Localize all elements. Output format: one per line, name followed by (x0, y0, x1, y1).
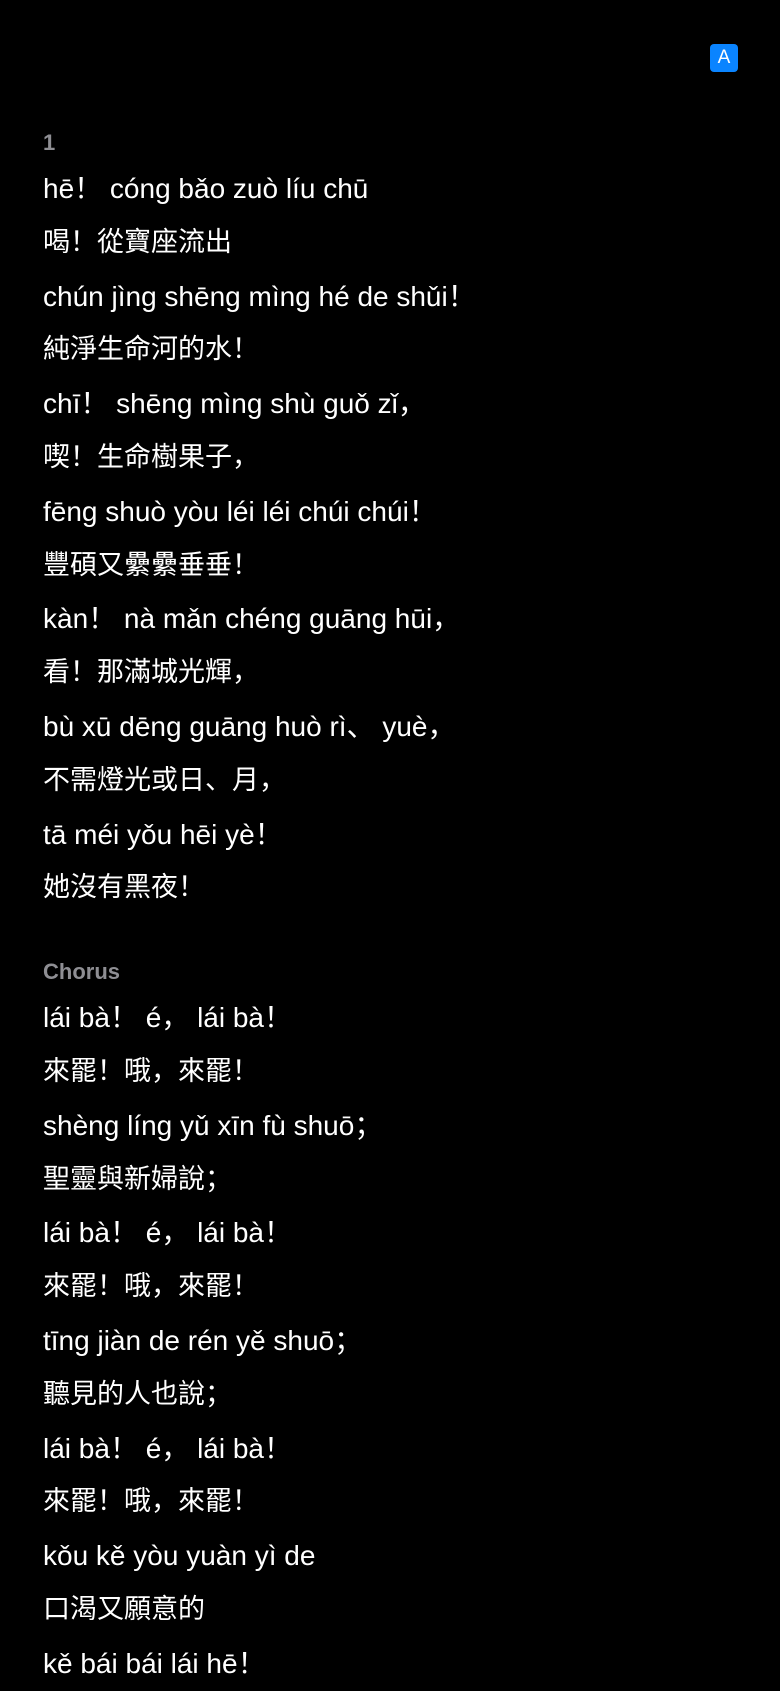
section-label: Chorus (43, 959, 120, 985)
section-verse-1: 1 hē！ cóng bǎo zuò líu chū 喝！從寶座流出 chún … (43, 124, 740, 915)
lyric-line-pinyin: chī！ shēng mìng shù guǒ zǐ， (43, 388, 426, 420)
lyric-line-pinyin: hē！ cóng bǎo zuò líu chū (43, 173, 369, 204)
lyric-line-pinyin: tīng jiàn de rén yě shuō； (43, 1324, 363, 1356)
lyric-line-chinese: 純淨生命河的水！ (43, 334, 259, 366)
lyric-line-pinyin: tā méi yǒu hēi yè！ (43, 818, 283, 850)
lyric-line-pinyin: kǒu kě yòu yuàn yì de (43, 1540, 316, 1572)
lyric-line-pinyin: kě bái bái lái hē！ (43, 1647, 266, 1679)
lyric-line-pinyin: lái bà！ é， lái bà！ (43, 1432, 293, 1464)
lyric-line-pinyin: kàn！ nà mǎn chéng guāng hūi， (43, 603, 461, 635)
lyric-line-chinese: 看！那滿城光輝， (43, 657, 259, 689)
lyric-line-pinyin: shèng líng yǔ xīn fù shuō； (43, 1109, 383, 1141)
lyric-line-chinese: 喝！從寶座流出 (43, 226, 232, 258)
lyric-line-chinese: 豐碩又纍纍垂垂！ (43, 549, 259, 581)
lyric-line-pinyin: lái bà！ é， lái bà！ (43, 1002, 293, 1034)
top-bar: A (0, 0, 780, 110)
lyric-line-chinese: 來罷！哦，來罷！ (43, 1271, 259, 1303)
lyrics-content: 1 hē！ cóng bǎo zuò líu chū 喝！從寶座流出 chún … (43, 124, 740, 1691)
lyric-line-chinese: 來罷！哦，來罷！ (43, 1486, 259, 1518)
font-toggle-button[interactable]: A (710, 44, 738, 72)
lyric-line-chinese: 聖靈與新婦說； (43, 1163, 232, 1195)
lyric-line-chinese: 聽見的人也說； (43, 1378, 232, 1410)
lyric-line-chinese: 口渴又願意的 (43, 1593, 205, 1625)
lyric-line-chinese: 喫！生命樹果子， (43, 441, 259, 473)
lyric-line-chinese: 來罷！哦，來罷！ (43, 1055, 259, 1087)
lyric-line-pinyin: bù xū dēng guāng huò rì、 yuè， (43, 710, 456, 742)
section-label: 1 (43, 130, 56, 155)
lyric-line-pinyin: chún jìng shēng mìng hé de shǔi！ (43, 280, 476, 312)
lyric-line-chinese: 不需燈光或日、月， (43, 764, 286, 796)
lyric-line-pinyin: lái bà！ é， lái bà！ (43, 1217, 293, 1249)
lyric-line-chinese: 她沒有黑夜！ (43, 872, 205, 904)
section-chorus: Chorus lái bà！ é， lái bà！ 來罷！哦，來罷！ shèng… (43, 953, 740, 1690)
lyric-line-pinyin: fēng shuò yòu léi léi chúi chúi！ (43, 495, 437, 527)
